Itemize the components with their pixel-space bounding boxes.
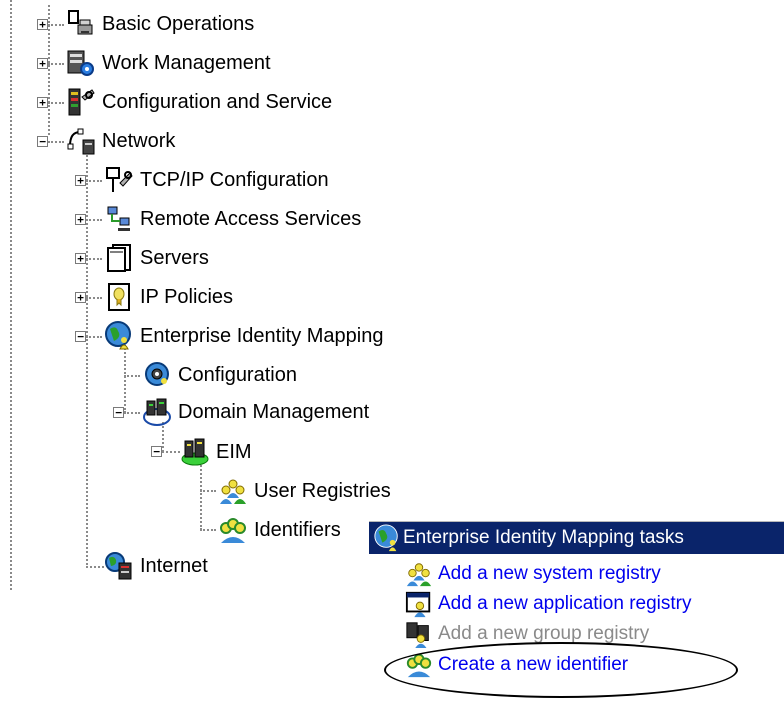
add-application-registry-link[interactable]: Add a new application registry (405, 589, 691, 619)
tree-guide-line (48, 24, 64, 26)
collapse-toggle[interactable]: − (37, 136, 48, 147)
tree-item-label: Internet (140, 554, 208, 577)
eim-configuration-icon (145, 362, 169, 386)
task-pad-header[interactable]: Enterprise Identity Mapping tasks (369, 521, 784, 554)
tree-item-label: Configuration (178, 363, 297, 386)
tree-item-label: User Registries (254, 479, 391, 502)
tree-guide-line (48, 141, 64, 143)
tree-item-basic-operations[interactable]: Basic Operations (66, 8, 254, 40)
tree-item-identifiers[interactable]: Identifiers (218, 514, 341, 546)
tree-item-network[interactable]: Network (66, 125, 175, 157)
tree-guide-line (86, 336, 102, 338)
eim-globe-icon (374, 524, 398, 552)
tree-item-ip-policies[interactable]: IP Policies (104, 281, 233, 313)
tree-item-label: Configuration and Service (102, 90, 333, 113)
tree-guide-line (86, 219, 102, 221)
tree-item-internet[interactable]: Internet (104, 550, 208, 582)
tree-guide-line (86, 180, 102, 182)
work-management-icon (67, 50, 94, 76)
tree-item-label: Work Management (102, 51, 271, 74)
expand-toggle[interactable]: + (75, 253, 86, 264)
eim-domain-icon (181, 438, 209, 466)
tree-item-label: Servers (140, 246, 209, 269)
tree-item-configuration[interactable]: Configuration (142, 359, 297, 391)
task-pad-title: Enterprise Identity Mapping tasks (403, 527, 684, 548)
tree-guide-line (124, 375, 140, 377)
tree-item-label: IP Policies (140, 285, 234, 308)
tree-item-work-management[interactable]: Work Management (66, 47, 271, 79)
network-icon (67, 128, 95, 155)
tree-item-enterprise-identity-mapping[interactable]: Enterprise Identity Mapping (104, 320, 383, 352)
identifiers-icon (220, 518, 246, 543)
user-registries-icon (220, 479, 246, 504)
add-system-registry-link[interactable]: Add a new system registry (405, 559, 661, 589)
tree-item-eim[interactable]: EIM (180, 436, 252, 468)
tree-item-label: EIM (216, 440, 252, 463)
tree-item-label: Network (102, 129, 176, 152)
tree-guide-line (86, 150, 88, 565)
tree-item-label: Remote Access Services (140, 207, 362, 230)
basic-operations-icon (68, 10, 93, 35)
remote-access-icon (107, 206, 130, 231)
ip-policies-icon (108, 283, 130, 311)
system-registry-icon (406, 563, 432, 587)
servers-icon (107, 244, 131, 272)
task-label: Add a new system registry (438, 563, 661, 584)
tree-item-label: Identifiers (254, 518, 341, 541)
configuration-service-icon (68, 88, 95, 116)
application-registry-icon (405, 591, 431, 618)
tree-guide-line (86, 566, 104, 568)
expand-toggle[interactable]: + (75, 214, 86, 225)
tree-guide-line (200, 462, 202, 530)
expand-toggle[interactable]: + (75, 175, 86, 186)
tree-guide-line (162, 451, 180, 453)
tree-guide-line (86, 258, 102, 260)
domain-management-icon (143, 398, 171, 426)
tree-item-configuration-and-service[interactable]: Configuration and Service (66, 86, 332, 118)
tree-guide-line (124, 345, 126, 413)
expand-toggle[interactable]: + (75, 292, 86, 303)
group-registry-icon (406, 622, 429, 648)
tree-guide-line (200, 529, 216, 531)
tree-item-servers[interactable]: Servers (104, 242, 209, 274)
tree-item-user-registries[interactable]: User Registries (218, 475, 391, 507)
task-label: Add a new application registry (438, 593, 692, 614)
tree-guide-line (10, 0, 12, 590)
expand-toggle[interactable]: + (37, 19, 48, 30)
eim-globe-icon (105, 321, 131, 350)
tree-guide-line (48, 63, 64, 65)
expand-toggle[interactable]: + (37, 58, 48, 69)
collapse-toggle[interactable]: − (113, 407, 124, 418)
tree-guide-line (200, 490, 216, 492)
tree-item-tcpip-configuration[interactable]: TCP/IP Configuration (104, 164, 329, 196)
tree-item-label: Domain Management (178, 400, 370, 423)
internet-icon (105, 552, 132, 580)
tree-guide-line (124, 412, 140, 414)
tree-item-domain-management[interactable]: Domain Management (142, 396, 369, 428)
tree-item-label: Enterprise Identity Mapping (140, 324, 384, 347)
tree-guide-line (48, 102, 64, 104)
collapse-toggle[interactable]: − (151, 446, 162, 457)
tree-item-label: TCP/IP Configuration (140, 168, 329, 191)
expand-toggle[interactable]: + (37, 97, 48, 108)
collapse-toggle[interactable]: − (75, 331, 86, 342)
tree-item-remote-access-services[interactable]: Remote Access Services (104, 203, 361, 235)
highlight-oval (384, 642, 738, 698)
tcpip-icon (106, 167, 133, 192)
tree-item-label: Basic Operations (102, 12, 255, 35)
tree-guide-line (86, 297, 102, 299)
